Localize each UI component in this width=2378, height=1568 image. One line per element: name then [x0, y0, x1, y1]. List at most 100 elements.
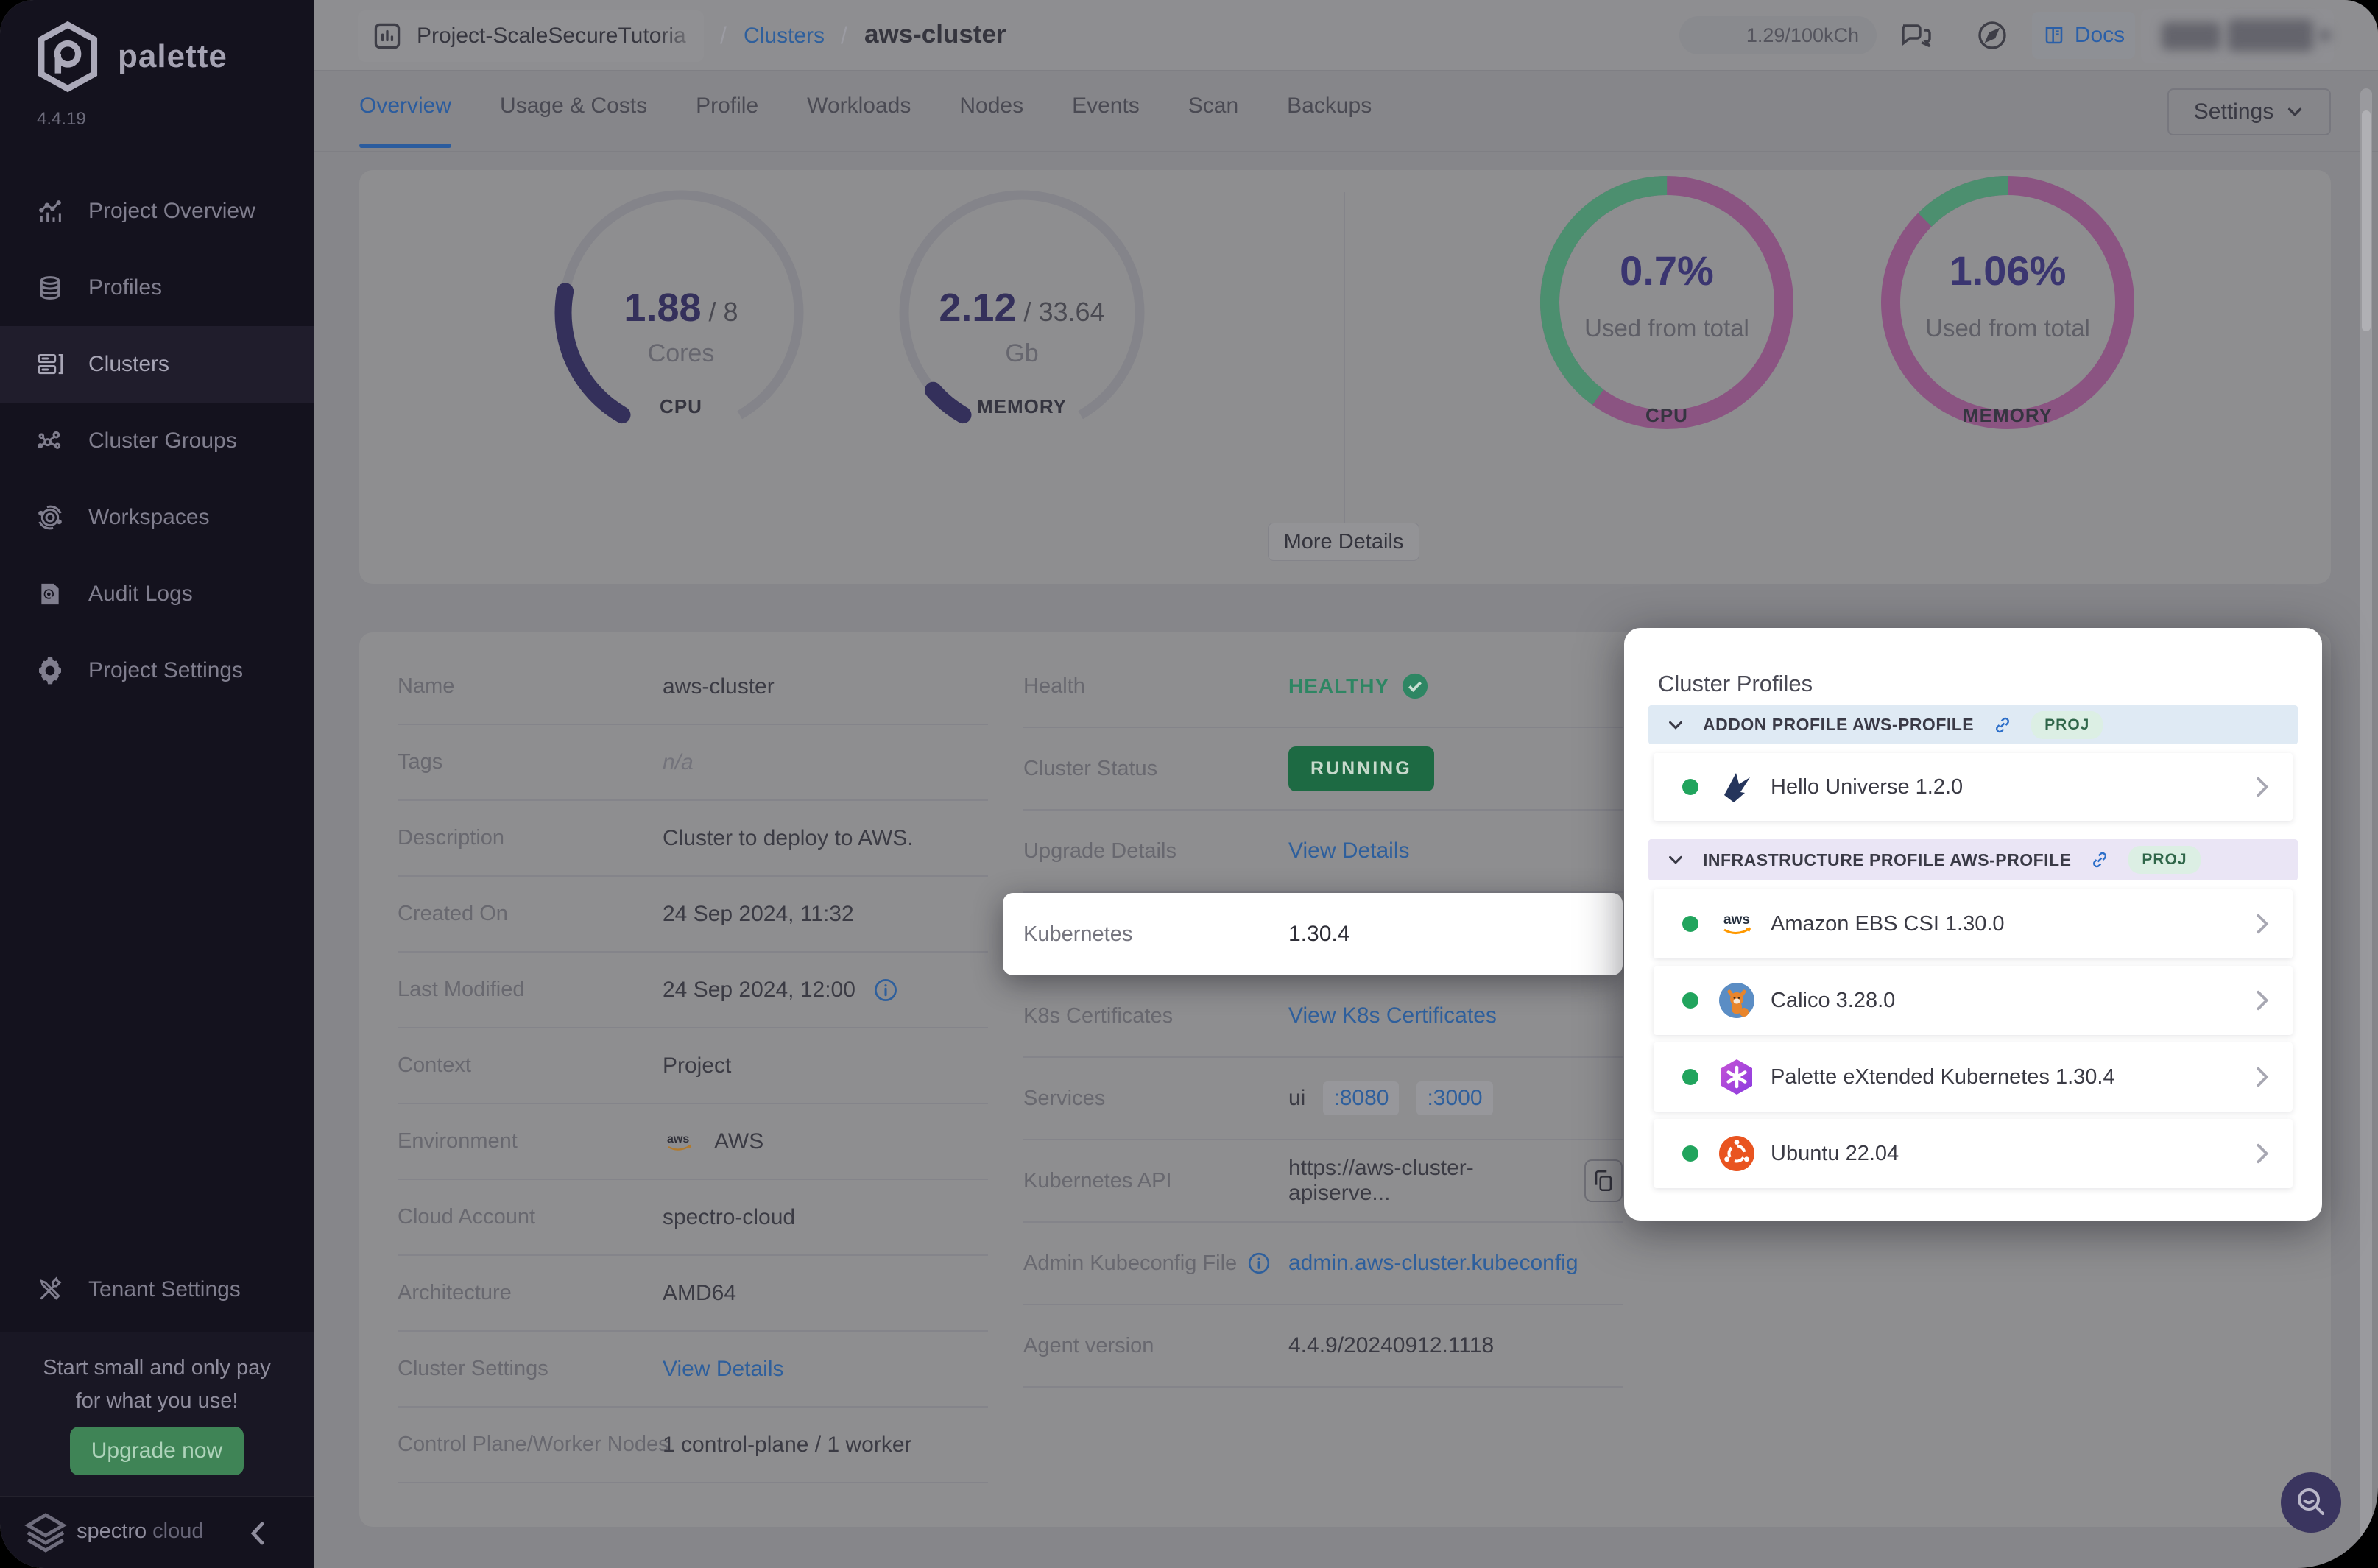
row-value: n/a: [663, 749, 694, 774]
docs-button[interactable]: Docs: [2032, 12, 2135, 59]
sidebar-item-profiles[interactable]: Profiles: [0, 250, 314, 326]
tenant-settings-nav: Tenant Settings: [0, 1251, 314, 1328]
running-status-badge: RUNNING: [1288, 746, 1434, 791]
promo-text: Start small and only pay for what you us…: [43, 1356, 271, 1413]
nodes-icon: [38, 431, 61, 449]
pack-status-dot: [1682, 916, 1698, 932]
search-fab-button[interactable]: [2281, 1472, 2341, 1533]
info-icon[interactable]: [1247, 1251, 1271, 1275]
redacted-account-name: [2162, 22, 2220, 50]
book-icon: [2045, 27, 2063, 44]
memory-used-percent: 1.06%: [1949, 247, 2067, 294]
redacted-account-name2: [2228, 19, 2313, 52]
service-port-8080-link[interactable]: :8080: [1323, 1081, 1400, 1115]
infrastructure-profile-section-header[interactable]: INFRASTRUCTURE PROFILE AWS-PROFILE PROJ: [1648, 839, 2298, 880]
sidebar-footer: spectro cloud: [0, 1496, 314, 1568]
breadcrumb-current-cluster: aws-cluster: [864, 20, 1006, 49]
tab-overview[interactable]: Overview: [359, 93, 452, 148]
memory-unit: Gb: [1005, 339, 1039, 367]
sidebar-item-project-settings[interactable]: Project Settings: [0, 632, 314, 709]
chevron-right-icon: [2257, 1143, 2269, 1164]
sidebar-item-cluster-groups[interactable]: Cluster Groups: [0, 403, 314, 479]
breadcrumb-separator2: /: [841, 22, 847, 49]
gear-icon: [39, 657, 61, 685]
sidebar-item-audit-logs[interactable]: Audit Logs: [0, 556, 314, 632]
view-details-link[interactable]: View Details: [663, 1357, 784, 1382]
addon-profile-header-label: ADDON PROFILE AWS-PROFILE: [1703, 715, 1975, 734]
tab-scan[interactable]: Scan: [1188, 93, 1238, 123]
spectro-cloud-label: spectro cloud: [77, 1519, 204, 1544]
profile-item-hello-universe[interactable]: Hello Universe 1.2.0: [1654, 753, 2293, 821]
sidebar-item-label: Tenant Settings: [88, 1277, 241, 1302]
tab-workloads[interactable]: Workloads: [807, 93, 911, 123]
row-label: Kubernetes API: [1023, 1168, 1172, 1193]
row-label: Created On: [398, 902, 508, 925]
spectro-cloud-logo-icon: [24, 1513, 67, 1553]
upgrade-promo: Start small and only pay for what you us…: [0, 1332, 314, 1496]
scrollbar-thumb[interactable]: [2362, 110, 2371, 331]
orbit-icon: [38, 505, 62, 530]
profile-item-ubuntu[interactable]: Ubuntu 22.04: [1654, 1119, 2293, 1188]
compass-icon: [1978, 21, 2006, 49]
detail-row-architecture: Architecture AMD64: [398, 1256, 988, 1332]
tab-backups[interactable]: Backups: [1287, 93, 1372, 123]
app-version: 4.4.19: [37, 109, 86, 129]
account-menu[interactable]: [2141, 9, 2334, 63]
chat-button[interactable]: [1899, 18, 1935, 53]
kubeconfig-download-link[interactable]: admin.aws-cluster.kubeconfig: [1288, 1251, 1578, 1276]
service-port-3000-link[interactable]: :3000: [1416, 1081, 1493, 1115]
settings-dropdown-button[interactable]: Settings: [2167, 88, 2331, 135]
cpu-donut-caption: Used from total: [1584, 314, 1749, 342]
addon-profile-section-header[interactable]: ADDON PROFILE AWS-PROFILE PROJ: [1648, 705, 2298, 744]
cpu-total-value: / 8: [708, 297, 738, 327]
collapse-sidebar-icon[interactable]: [247, 1521, 268, 1546]
view-k8s-certificates-link[interactable]: View K8s Certificates: [1288, 1003, 1497, 1028]
profile-item-calico[interactable]: Calico 3.28.0: [1654, 966, 2293, 1035]
sidebar-item-label: Profiles: [88, 275, 163, 300]
project-selector[interactable]: Project-ScaleSecureTutoria: [358, 10, 704, 62]
copy-api-url-button[interactable]: [1584, 1159, 1623, 1202]
detail-row-k8s-certificates: K8s Certificates View K8s Certificates: [1023, 975, 1623, 1058]
detail-row-environment: Environment aws AWS: [398, 1104, 988, 1180]
kubernetes-api-url: https://aws-cluster-apiserve...: [1288, 1156, 1474, 1205]
sidebar-item-project-overview[interactable]: Project Overview: [0, 173, 314, 250]
row-value: AWS: [714, 1129, 764, 1154]
tab-events[interactable]: Events: [1072, 93, 1140, 123]
upgrade-view-details-link[interactable]: View Details: [1288, 838, 1410, 864]
cluster-profiles-title: Cluster Profiles: [1658, 671, 1813, 696]
row-label: Environment: [398, 1129, 518, 1153]
detail-row-cluster-settings: Cluster Settings View Details: [398, 1332, 988, 1408]
profile-item-amazon-ebs-csi[interactable]: aws Amazon EBS CSI 1.30.0: [1654, 889, 2293, 958]
more-details-button[interactable]: More Details: [1268, 523, 1419, 561]
sidebar-item-workspaces[interactable]: Workspaces: [0, 479, 314, 556]
sidebar-item-tenant-settings[interactable]: Tenant Settings: [0, 1251, 314, 1328]
info-icon[interactable]: [873, 978, 898, 1003]
detail-row-services: Services ui :8080 :3000: [1023, 1058, 1623, 1140]
upgrade-now-button[interactable]: Upgrade now: [70, 1427, 244, 1475]
detail-row-upgrade-details: Upgrade Details View Details: [1023, 811, 1623, 893]
topbar: Project-ScaleSecureTutoria / Clusters / …: [314, 0, 2378, 71]
profile-item-palette-extended-kubernetes[interactable]: Palette eXtended Kubernetes 1.30.4: [1654, 1042, 2293, 1112]
tab-nodes[interactable]: Nodes: [959, 93, 1023, 123]
details-right-column: Health HEALTHY Cluster Status RUNNING Up…: [1003, 646, 1623, 1388]
link-icon[interactable]: [2089, 849, 2111, 871]
chevron-right-icon: [2257, 914, 2269, 934]
brand: palette: [34, 21, 227, 93]
tab-profile[interactable]: Profile: [696, 93, 758, 123]
link-icon[interactable]: [1991, 714, 2014, 736]
tab-usage-costs[interactable]: Usage & Costs: [500, 93, 647, 123]
page-scrollbar[interactable]: [2360, 88, 2372, 1553]
pack-name: Ubuntu 22.04: [1771, 1141, 1899, 1165]
help-compass-button[interactable]: [1975, 18, 2010, 53]
project-name: Project-ScaleSecureTutoria: [417, 24, 686, 48]
row-label: Description: [398, 826, 505, 850]
row-label: Architecture: [398, 1281, 512, 1304]
row-label: Agent version: [1023, 1333, 1154, 1357]
detail-row-cluster-status: Cluster Status RUNNING: [1023, 728, 1623, 811]
agent-version-value: 4.4.9/20240912.1118: [1288, 1333, 1495, 1357]
breadcrumb-clusters-link[interactable]: Clusters: [744, 24, 825, 49]
sidebar-item-clusters[interactable]: Clusters: [0, 326, 314, 403]
palette-app: palette 4.4.19 Project Overview Profiles: [0, 0, 2378, 1568]
row-value: AMD64: [663, 1280, 737, 1305]
healthy-check-icon: [1403, 673, 1428, 699]
